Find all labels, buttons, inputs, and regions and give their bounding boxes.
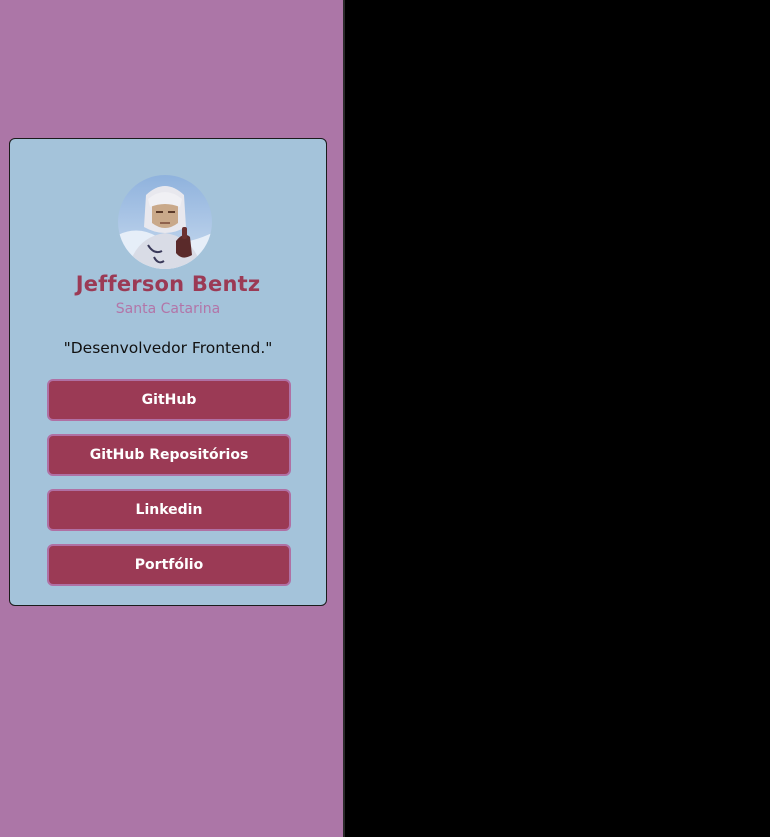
page-background: Jefferson Bentz Santa Catarina "Desenvol…	[0, 0, 343, 837]
linkedin-link-button[interactable]: Linkedin	[47, 489, 291, 531]
empty-black-area	[345, 0, 770, 837]
avatar-image-icon	[118, 175, 212, 269]
profile-bio: "Desenvolvedor Frontend."	[63, 339, 273, 357]
github-link-button[interactable]: GitHub	[47, 379, 291, 421]
link-list: GitHub GitHub Repositórios Linkedin Port…	[47, 379, 291, 599]
profile-location: Santa Catarina	[115, 301, 221, 317]
github-repositories-link-button[interactable]: GitHub Repositórios	[47, 434, 291, 476]
profile-card: Jefferson Bentz Santa Catarina "Desenvol…	[9, 138, 327, 606]
profile-avatar	[118, 175, 212, 269]
profile-name: Jefferson Bentz	[75, 272, 261, 296]
portfolio-link-button[interactable]: Portfólio	[47, 544, 291, 586]
